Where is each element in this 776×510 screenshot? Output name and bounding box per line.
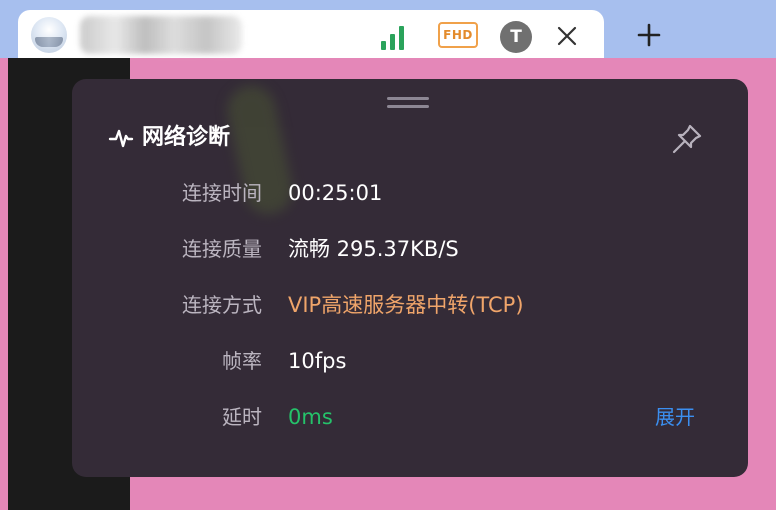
connection-method-value: VIP高速服务器中转(TCP) (288, 293, 524, 317)
tab-title-redacted (80, 16, 242, 54)
row-connection-quality: 连接质量 流畅 295.37KB/S (72, 234, 748, 264)
connection-time-value: 00:25:01 (288, 181, 383, 205)
panel-title: 网络诊断 (142, 125, 231, 150)
latency-value: 0ms (288, 405, 333, 429)
pin-icon[interactable] (670, 122, 704, 156)
row-label: 延时 (222, 405, 262, 429)
row-connection-time: 连接时间 00:25:01 (72, 178, 748, 208)
row-latency: 延时 0ms 展开 (72, 402, 748, 432)
signal-strength-icon (381, 26, 407, 50)
tab-avatar (31, 17, 67, 53)
fhd-badge[interactable]: FHD (438, 22, 478, 48)
row-label: 帧率 (222, 349, 262, 373)
connection-quality-value: 流畅 295.37KB/S (288, 237, 459, 261)
close-icon[interactable] (555, 24, 579, 48)
user-avatar[interactable]: T (500, 21, 532, 53)
browser-tab[interactable]: FHD T (18, 10, 604, 58)
row-label: 连接时间 (182, 181, 262, 205)
row-connection-method: 连接方式 VIP高速服务器中转(TCP) (72, 290, 748, 320)
drag-handle[interactable] (387, 97, 429, 109)
expand-link[interactable]: 展开 (655, 402, 695, 432)
pulse-icon (108, 129, 134, 148)
new-tab-plus-icon[interactable] (636, 22, 662, 48)
row-label: 连接质量 (182, 237, 262, 261)
frame-rate-value: 10fps (288, 349, 347, 373)
row-frame-rate: 帧率 10fps (72, 346, 748, 376)
row-label: 连接方式 (182, 293, 262, 317)
panel-header: 网络诊断 (108, 123, 230, 153)
network-diagnostics-panel: 网络诊断 连接时间 00:25:01 连接质量 流畅 295.37KB/S 连接… (72, 79, 748, 477)
